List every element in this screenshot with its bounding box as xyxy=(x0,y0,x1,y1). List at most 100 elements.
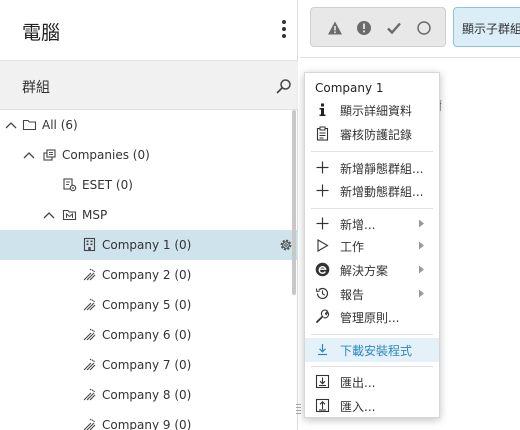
tree-item-company-1[interactable]: Company 1 (0) xyxy=(0,230,298,260)
menu-item-label: 報告 xyxy=(340,288,365,302)
menu-separator xyxy=(311,151,433,152)
circle-icon[interactable] xyxy=(416,20,432,36)
toolbar-divider xyxy=(300,57,520,58)
menu-item-label: 下載安裝程式 xyxy=(340,344,413,358)
company-tree-icon xyxy=(83,328,96,341)
static-group-icon xyxy=(43,149,56,161)
submenu-arrow-icon xyxy=(419,289,424,298)
clipboard-icon xyxy=(316,126,329,141)
tree-item-eset[interactable]: ESET (0) xyxy=(0,170,298,200)
menu-item-reports[interactable]: 報告 xyxy=(305,282,439,306)
dynamic-group-icon xyxy=(63,178,77,192)
groups-header: 群組 xyxy=(0,60,298,110)
info-icon xyxy=(319,103,326,116)
top-header: 電腦 xyxy=(0,0,298,60)
tree-item-msp[interactable]: MSP xyxy=(0,200,298,230)
plus-icon xyxy=(316,184,329,197)
menu-item-audit-log[interactable]: 審核防護記錄 xyxy=(305,122,439,146)
menu-separator xyxy=(311,208,433,209)
submenu-arrow-icon xyxy=(419,219,424,228)
wrench-icon xyxy=(316,309,330,323)
menu-separator xyxy=(311,366,433,367)
tree-item-label: Company 9 (0) xyxy=(102,418,192,430)
menu-item-label: 解決方案 xyxy=(340,264,389,278)
eset-e-icon xyxy=(315,262,330,277)
tree-item-company-2[interactable]: Company 2 (0) xyxy=(0,260,298,290)
error-icon[interactable] xyxy=(356,20,372,36)
menu-item-import[interactable]: 匯入... xyxy=(305,394,439,418)
msp-icon xyxy=(62,209,77,221)
context-menu: Company 1 顯示詳細資料 審核防護記錄 新增靜態群組... 新增動態群組… xyxy=(304,72,440,418)
play-icon xyxy=(317,239,329,252)
menu-title: Company 1 xyxy=(315,81,384,95)
show-subgroups-label: 顯示子群組 xyxy=(462,22,520,36)
company-building-icon xyxy=(83,237,96,252)
download-icon xyxy=(318,344,327,356)
company-tree-icon xyxy=(83,298,96,311)
tree-item-label: Company 8 (0) xyxy=(102,388,192,402)
groups-label: 群組 xyxy=(22,80,50,96)
tree-item-companies[interactable]: Companies (0) xyxy=(0,140,298,170)
plus-icon xyxy=(316,161,329,174)
tree-item-label: Company 1 (0) xyxy=(102,238,192,252)
tree-item-label: Company 5 (0) xyxy=(102,298,192,312)
menu-item-label: 新增... xyxy=(340,218,376,232)
menu-item-label: 新增動態群組... xyxy=(340,185,424,199)
tree-item-company-9[interactable]: Company 9 (0) xyxy=(0,410,298,430)
more-options-icon[interactable] xyxy=(279,20,289,40)
chevron-up-icon[interactable] xyxy=(42,208,56,222)
tree-scrollbar[interactable] xyxy=(292,110,296,295)
company-tree-icon xyxy=(83,418,96,430)
menu-item-label: 顯示詳細資料 xyxy=(340,104,413,118)
menu-item-solutions[interactable]: 解決方案 xyxy=(305,258,439,282)
menu-item-new-dynamic-group[interactable]: 新增動態群組... xyxy=(305,179,439,203)
warning-icon[interactable] xyxy=(327,20,343,36)
menu-item-label: 匯出... xyxy=(340,376,376,390)
menu-item-label: 工作 xyxy=(340,240,365,254)
check-icon[interactable] xyxy=(386,20,402,36)
status-filter-group xyxy=(310,7,446,47)
plus-icon xyxy=(316,217,329,230)
menu-item-tasks[interactable]: 工作 xyxy=(305,234,439,258)
show-subgroups-button[interactable]: 顯示子群組 xyxy=(453,7,520,47)
menu-item-new-static-group[interactable]: 新增靜態群組... xyxy=(305,156,439,180)
menu-separator xyxy=(311,334,433,335)
chevron-up-icon[interactable] xyxy=(4,118,18,132)
menu-item-label: 匯入... xyxy=(340,400,376,414)
submenu-arrow-icon xyxy=(419,265,424,274)
tree-item-company-7[interactable]: Company 7 (0) xyxy=(0,350,298,380)
menu-item-show-details[interactable]: 顯示詳細資料 xyxy=(305,98,439,122)
company-tree-icon xyxy=(83,388,96,401)
tree-item-all[interactable]: All (6) xyxy=(0,110,298,140)
menu-item-label: 管理原則... xyxy=(340,311,400,325)
search-icon[interactable] xyxy=(276,78,292,94)
menu-item-manage-policies[interactable]: 管理原則... xyxy=(305,305,439,329)
menu-item-label: 新增靜態群組... xyxy=(340,162,424,176)
history-icon xyxy=(315,287,329,300)
tree-item-company-6[interactable]: Company 6 (0) xyxy=(0,320,298,350)
tree-item-label: Company 6 (0) xyxy=(102,328,192,342)
left-panel: 電腦 群組 All (6) Companies (0) ESET (0) MSP… xyxy=(0,0,298,430)
company-tree-icon xyxy=(83,268,96,281)
tree-item-label: Companies (0) xyxy=(62,148,150,162)
folder-icon xyxy=(22,119,37,131)
group-tree: All (6) Companies (0) ESET (0) MSP Compa… xyxy=(0,110,298,430)
tree-item-company-5[interactable]: Company 5 (0) xyxy=(0,290,298,320)
menu-item-export[interactable]: 匯出... xyxy=(305,370,439,394)
submenu-arrow-icon xyxy=(419,241,424,250)
chevron-up-icon[interactable] xyxy=(22,148,36,162)
company-tree-icon xyxy=(83,358,96,371)
panel-resize-handle[interactable] xyxy=(296,404,302,422)
menu-item-download-installer[interactable]: 下載安裝程式 xyxy=(305,338,439,362)
tree-item-company-8[interactable]: Company 8 (0) xyxy=(0,380,298,410)
export-icon xyxy=(315,374,330,389)
page-title: 電腦 xyxy=(22,22,61,44)
menu-item-label: 審核防護記錄 xyxy=(340,128,413,142)
tree-item-label: Company 7 (0) xyxy=(102,358,192,372)
tree-item-label: All (6) xyxy=(42,118,78,132)
tree-item-label: Company 2 (0) xyxy=(102,268,192,282)
menu-item-new[interactable]: 新增... xyxy=(305,212,439,236)
computers-screen: 電腦 群組 All (6) Companies (0) ESET (0) MSP… xyxy=(0,0,520,430)
tree-item-label: MSP xyxy=(82,208,108,222)
import-icon xyxy=(315,398,330,413)
